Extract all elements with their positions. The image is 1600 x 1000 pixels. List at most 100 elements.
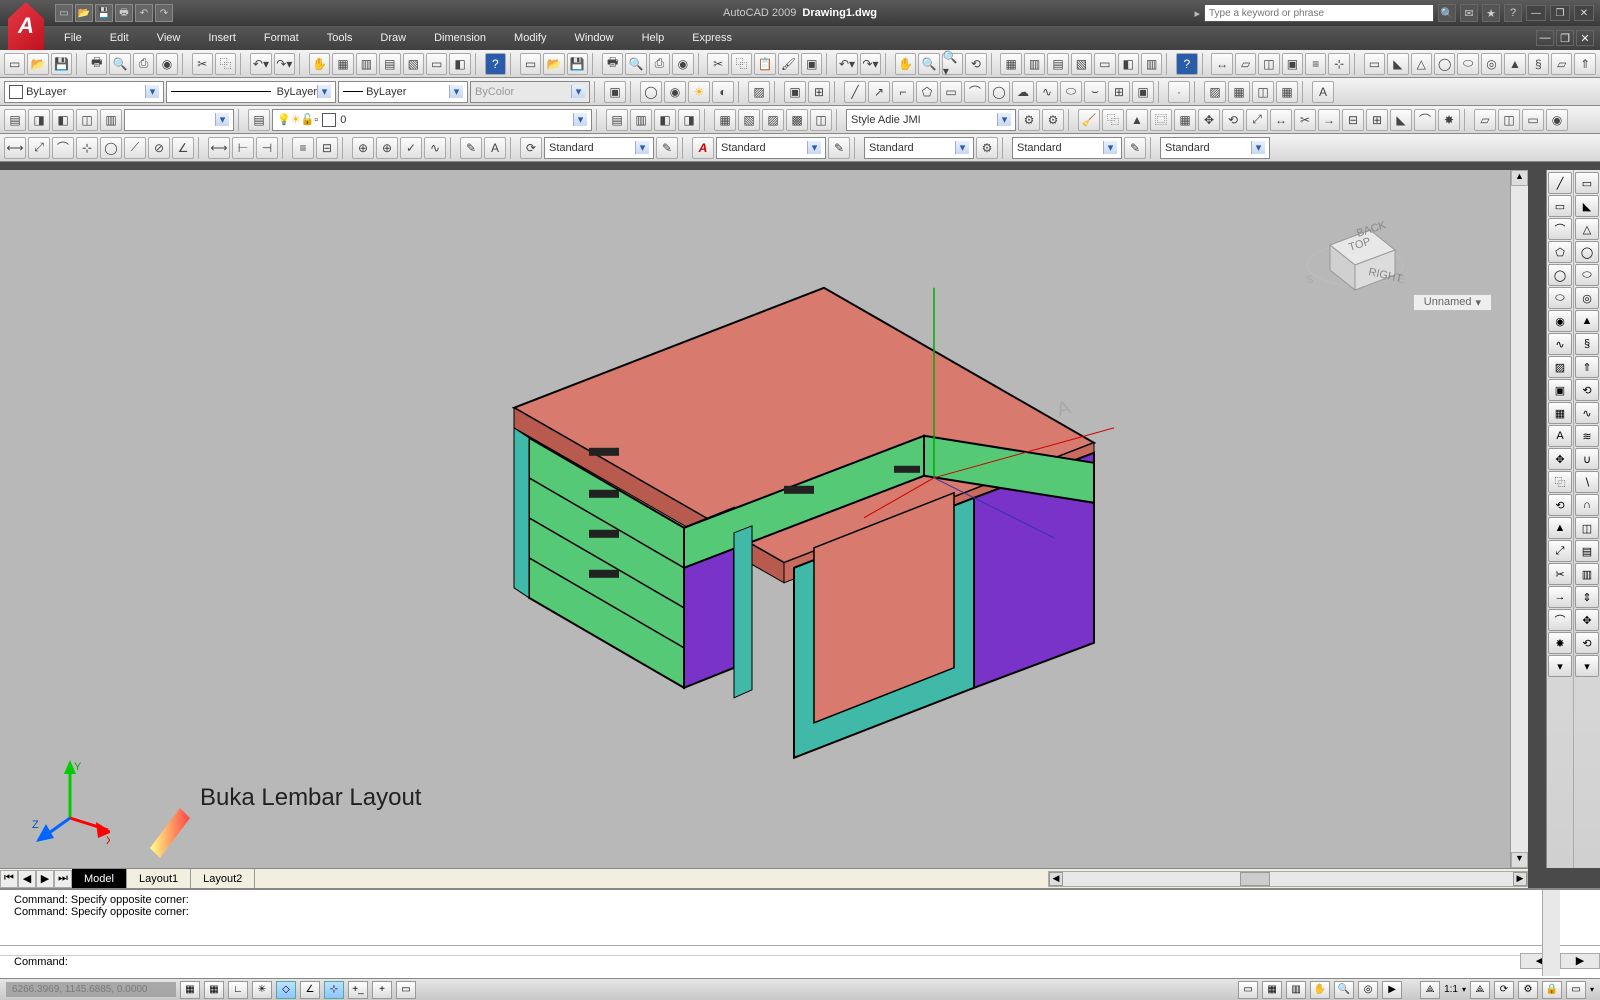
cyl-icon[interactable]: ⬭: [1457, 53, 1478, 75]
viewcube[interactable]: SE TOP RIGHT BACK Unnamed ▾: [1300, 195, 1492, 311]
layer-mgr-icon[interactable]: ▤: [248, 109, 270, 131]
sb-zoom-icon[interactable]: 🔍: [1334, 981, 1354, 999]
m-extend-icon[interactable]: →: [1318, 109, 1340, 131]
textstyle-std2[interactable]: Standard▾: [716, 137, 826, 159]
area-icon[interactable]: ▱: [1235, 53, 1256, 75]
cut-icon[interactable]: ✂: [192, 53, 213, 75]
help-button-icon[interactable]: ?: [485, 53, 506, 75]
pal-extend-icon[interactable]: →: [1548, 586, 1572, 608]
layer-t2-icon[interactable]: ▥: [630, 109, 652, 131]
gradient-icon[interactable]: ▦: [1228, 81, 1250, 103]
layer-t7-icon[interactable]: ▨: [762, 109, 784, 131]
sb-snap-icon[interactable]: ▦: [180, 981, 200, 999]
block-auth-icon[interactable]: ▣: [604, 81, 626, 103]
pal2-sub-icon[interactable]: ∖: [1575, 471, 1599, 493]
publish2-icon[interactable]: ⎙: [649, 53, 670, 75]
dc2-icon[interactable]: ◧: [1118, 53, 1139, 75]
vp-icon[interactable]: ▭: [1522, 109, 1544, 131]
sb-tray-arrow-icon[interactable]: ▾: [1590, 985, 1594, 994]
undo2-icon[interactable]: ↶▾: [836, 53, 857, 75]
insert-block-icon[interactable]: ⊞: [808, 81, 830, 103]
menu-draw[interactable]: Draw: [366, 26, 420, 50]
pal-arc-icon[interactable]: ⌒: [1548, 218, 1572, 240]
region-icon[interactable]: ◫: [1258, 53, 1279, 75]
sun-icon[interactable]: ☀: [688, 81, 710, 103]
pal2-ext-icon[interactable]: ⇑: [1575, 356, 1599, 378]
sb-annovis-icon[interactable]: ⟁: [1470, 981, 1490, 999]
pal-explode-icon[interactable]: ✸: [1548, 632, 1572, 654]
hscroll-right-icon[interactable]: ▶: [1513, 872, 1527, 886]
dim-jog-icon[interactable]: ⟋: [124, 137, 146, 159]
cmd-vscroll[interactable]: [1542, 890, 1560, 976]
sb-wheel-icon[interactable]: ◎: [1358, 981, 1378, 999]
m-chamfer-icon[interactable]: ◣: [1390, 109, 1412, 131]
menu-view[interactable]: View: [143, 26, 195, 50]
m-stretch-icon[interactable]: ↔: [1270, 109, 1292, 131]
helix-icon[interactable]: §: [1528, 53, 1549, 75]
dim-ang-icon[interactable]: ∠: [172, 137, 194, 159]
plot-preview-icon[interactable]: 🔍: [109, 53, 130, 75]
planar-icon[interactable]: ▱: [1551, 53, 1572, 75]
menu-file[interactable]: File: [50, 26, 96, 50]
menu-dimension[interactable]: Dimension: [420, 26, 500, 50]
layer-t6-icon[interactable]: ▧: [738, 109, 760, 131]
save-icon[interactable]: 💾: [51, 53, 72, 75]
pal2-cone-icon[interactable]: △: [1575, 218, 1599, 240]
pyramid-icon[interactable]: ▲: [1504, 53, 1525, 75]
dc-icon[interactable]: ◧: [449, 53, 470, 75]
pal-poly-icon[interactable]: ⬠: [1548, 241, 1572, 263]
ellipse-arc-icon[interactable]: ⌣: [1084, 81, 1106, 103]
menu-insert[interactable]: Insert: [194, 26, 250, 50]
block-editor-icon[interactable]: ▣: [801, 53, 822, 75]
pal2-loft-icon[interactable]: ≋: [1575, 425, 1599, 447]
open-icon[interactable]: 📂: [27, 53, 48, 75]
dim-linear-icon[interactable]: ⟷: [4, 137, 26, 159]
wedge-icon[interactable]: ◣: [1387, 53, 1408, 75]
dim-edit-icon[interactable]: ✎: [460, 137, 482, 159]
window-close-icon[interactable]: ✕: [1574, 5, 1594, 21]
make2-icon[interactable]: ▣: [1132, 81, 1154, 103]
tab-first-icon[interactable]: ⏮: [0, 870, 18, 888]
layer-t5-icon[interactable]: ▦: [714, 109, 736, 131]
insert-icon[interactable]: ⊞: [1108, 81, 1130, 103]
make-block-icon[interactable]: ▣: [784, 81, 806, 103]
publish-icon[interactable]: ⎙: [133, 53, 154, 75]
sb-scale-label[interactable]: 1:1: [1444, 984, 1458, 995]
coord-display[interactable]: 6266.3969, 1145.6885, 0.0000: [6, 982, 176, 997]
pal-line-icon[interactable]: ╱: [1548, 172, 1572, 194]
layer-t3-icon[interactable]: ◧: [654, 109, 676, 131]
dim-jogln-icon[interactable]: ∿: [424, 137, 446, 159]
dim-cont-icon[interactable]: ⊣: [256, 137, 278, 159]
ucs2-icon[interactable]: ◫: [1498, 109, 1520, 131]
mtext-icon[interactable]: A: [1312, 81, 1334, 103]
search-button-icon[interactable]: 🔍: [1438, 4, 1456, 22]
m-offset-icon[interactable]: ⿴: [1150, 109, 1172, 131]
menu-format[interactable]: Format: [250, 26, 313, 50]
dimstyle-mgr-icon[interactable]: ⚙: [1018, 109, 1040, 131]
mlstyle4-mgr-icon[interactable]: ✎: [1124, 137, 1146, 159]
hscroll-left-icon[interactable]: ◀: [1049, 872, 1063, 886]
layer-prev-icon[interactable]: ◨: [28, 109, 50, 131]
textstyle1-mgr-icon[interactable]: ✎: [656, 137, 678, 159]
pal-more-icon[interactable]: ▾: [1548, 655, 1572, 677]
pal2-sect-icon[interactable]: ▤: [1575, 540, 1599, 562]
m-scale-icon[interactable]: ⤢: [1246, 109, 1268, 131]
sb-qp-icon[interactable]: ▭: [396, 981, 416, 999]
mdi-restore-icon[interactable]: ❐: [1556, 30, 1574, 46]
window-restore-icon[interactable]: ❐: [1550, 5, 1570, 21]
pal2-helix-icon[interactable]: §: [1575, 333, 1599, 355]
pal-mirror-icon[interactable]: ▲: [1548, 517, 1572, 539]
m-copy-icon[interactable]: ⿻: [1102, 109, 1124, 131]
pal-hatch-icon[interactable]: ▨: [1548, 356, 1572, 378]
sb-ws-switch-icon[interactable]: ⚙: [1518, 981, 1538, 999]
vertical-scrollbar[interactable]: ▲ ▼: [1510, 170, 1528, 868]
pal-text-icon[interactable]: A: [1548, 425, 1572, 447]
dim-tedit-icon[interactable]: A: [484, 137, 506, 159]
markup-icon[interactable]: ▧: [403, 53, 424, 75]
dim-space-icon[interactable]: ≡: [292, 137, 314, 159]
tool-palette-icon[interactable]: ▥: [356, 53, 377, 75]
mdi-close-icon[interactable]: ✕: [1576, 30, 1594, 46]
m-erase-icon[interactable]: 🧹: [1078, 109, 1100, 131]
torus-icon[interactable]: ◎: [1481, 53, 1502, 75]
menu-edit[interactable]: Edit: [96, 26, 143, 50]
